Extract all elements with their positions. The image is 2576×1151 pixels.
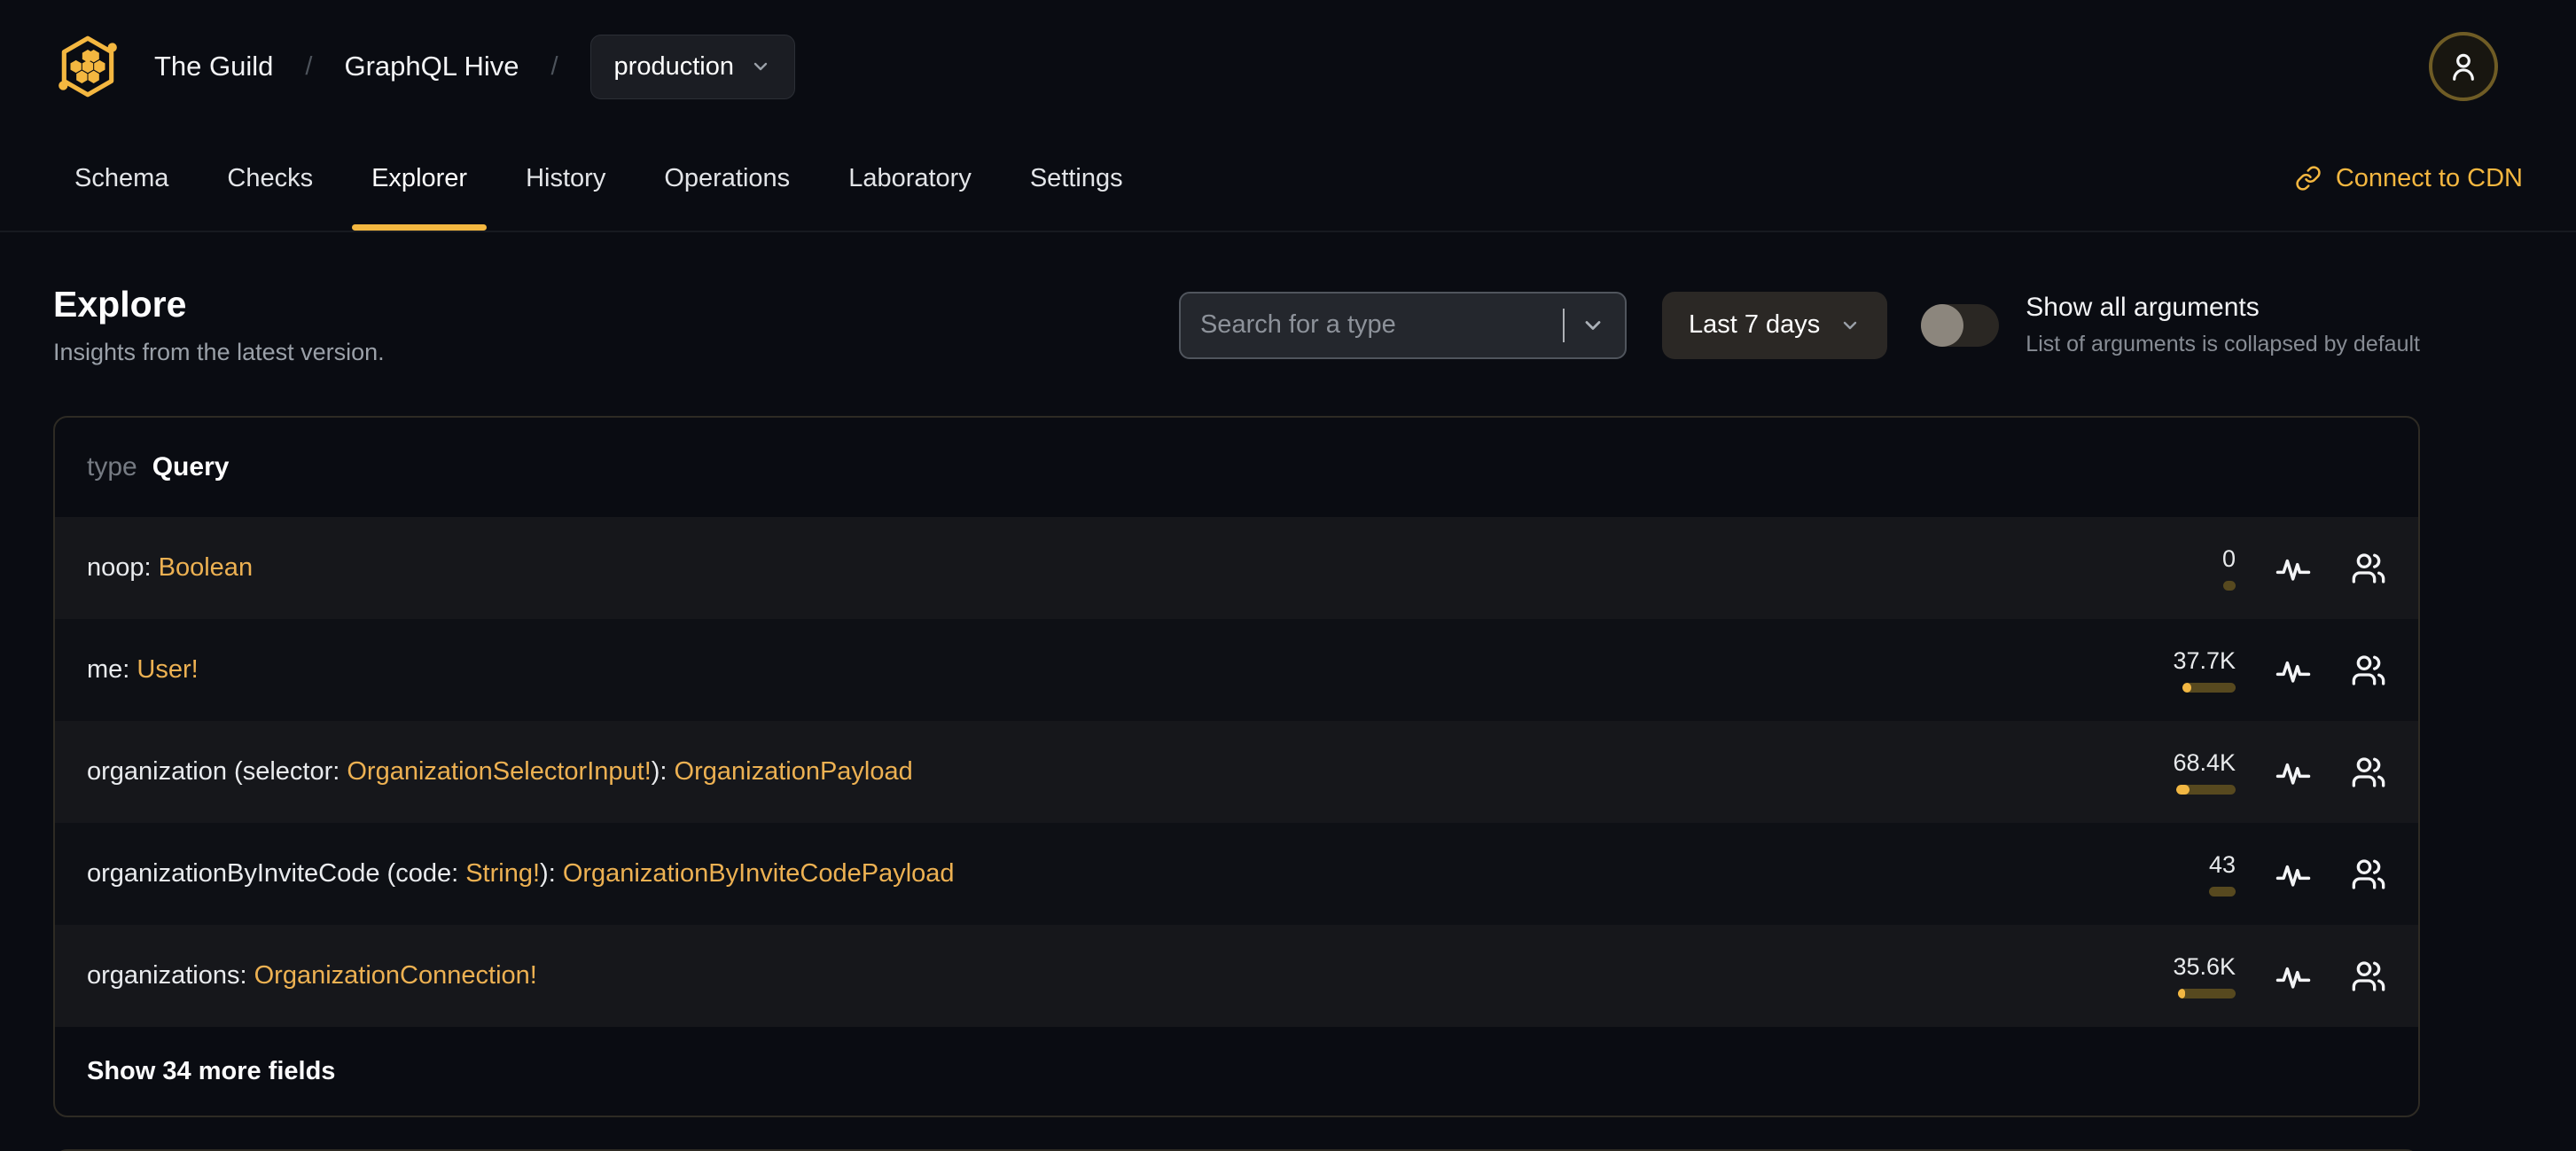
avatar-button[interactable] bbox=[2429, 32, 2498, 101]
period-select-label: Last 7 days bbox=[1688, 310, 1821, 339]
activity-icon[interactable] bbox=[2275, 856, 2312, 893]
connect-to-cdn-label: Connect to CDN bbox=[2335, 163, 2523, 192]
environment-select[interactable]: production bbox=[589, 34, 795, 99]
users-icon[interactable] bbox=[2351, 755, 2386, 790]
users-icon[interactable] bbox=[2351, 551, 2386, 586]
field-type: OrganizationConnection! bbox=[254, 961, 537, 990]
field-row: me: User! 37.7K bbox=[55, 619, 2418, 721]
chevron-down-icon[interactable] bbox=[1581, 313, 1605, 338]
usage-bar bbox=[2209, 887, 2236, 897]
toggle-labels: Show all arguments List of arguments is … bbox=[2026, 293, 2420, 357]
link-icon bbox=[2296, 166, 2321, 191]
field-type: OrganizationByInviteCodePayload bbox=[562, 859, 955, 888]
connect-to-cdn-link[interactable]: Connect to CDN bbox=[2295, 126, 2523, 231]
usage-bar bbox=[2178, 989, 2236, 998]
type-card: type Query noop: Boolean 0 me: User! 37.… bbox=[53, 416, 2420, 1117]
field-row: organizationByInviteCode (code: String!)… bbox=[55, 823, 2418, 925]
usage-count: 68.4K bbox=[2173, 749, 2236, 776]
usage-bar bbox=[2176, 785, 2236, 795]
tab-checks[interactable]: Checks bbox=[206, 126, 334, 231]
page-title: Explore bbox=[53, 284, 187, 325]
tab-explorer[interactable]: Explorer bbox=[350, 126, 488, 231]
type-kind-label: type bbox=[87, 452, 137, 482]
type-search-input[interactable] bbox=[1199, 310, 1547, 340]
usage-bar-fill bbox=[2178, 989, 2185, 998]
users-icon[interactable] bbox=[2351, 857, 2386, 892]
field-type: User! bbox=[137, 655, 199, 684]
field-row: organization (selector: OrganizationSele… bbox=[55, 721, 2418, 823]
tab-schema[interactable]: Schema bbox=[53, 126, 190, 231]
usage-count: 0 bbox=[2221, 545, 2236, 572]
breadcrumb-separator: / bbox=[305, 51, 313, 81]
usage-block: 35.6K bbox=[2173, 953, 2236, 998]
activity-icon[interactable] bbox=[2275, 958, 2312, 995]
hive-logo-icon[interactable] bbox=[53, 32, 122, 101]
activity-icon[interactable] bbox=[2275, 652, 2312, 689]
field-stats: 37.7K bbox=[2173, 647, 2386, 693]
field-stats: 43 bbox=[2209, 851, 2386, 897]
usage-block: 68.4K bbox=[2173, 749, 2236, 795]
field-row: organizations: OrganizationConnection! 3… bbox=[55, 925, 2418, 1027]
show-all-arguments-toggle[interactable] bbox=[1921, 303, 2000, 347]
field-type: String! bbox=[465, 859, 541, 888]
field-signature[interactable]: organizations: OrganizationConnection! bbox=[87, 961, 537, 990]
users-icon[interactable] bbox=[2351, 653, 2386, 688]
tab-bar: Schema Checks Explorer History Operation… bbox=[0, 126, 2576, 232]
title-block: Explore Insights from the latest version… bbox=[53, 284, 385, 366]
honeycomb-cells bbox=[70, 50, 105, 83]
field-signature[interactable]: noop: Boolean bbox=[87, 553, 253, 583]
activity-icon[interactable] bbox=[2275, 754, 2312, 791]
usage-bar bbox=[2223, 581, 2236, 591]
type-card-header: type Query bbox=[55, 418, 2418, 517]
tab-laboratory[interactable]: Laboratory bbox=[827, 126, 993, 231]
section-head: Explore Insights from the latest version… bbox=[53, 284, 2420, 366]
toggle-description: List of arguments is collapsed by defaul… bbox=[2026, 332, 2420, 356]
toggle-knob bbox=[1921, 303, 1964, 347]
type-search-combobox[interactable] bbox=[1178, 291, 1627, 359]
field-signature[interactable]: organization (selector: OrganizationSele… bbox=[87, 757, 913, 787]
tab-operations[interactable]: Operations bbox=[643, 126, 811, 231]
users-icon[interactable] bbox=[2351, 959, 2386, 994]
tab-settings[interactable]: Settings bbox=[1009, 126, 1144, 231]
field-type: OrganizationPayload bbox=[674, 757, 913, 786]
usage-block: 0 bbox=[2222, 545, 2236, 591]
usage-block: 43 bbox=[2209, 851, 2236, 897]
controls: Last 7 days Show all arguments List of a… bbox=[1178, 291, 2420, 359]
field-row: noop: Boolean 0 bbox=[55, 517, 2418, 619]
chevron-down-icon bbox=[753, 62, 768, 71]
breadcrumb-org[interactable]: The Guild bbox=[154, 51, 273, 82]
top-bar: The Guild / GraphQL Hive / production bbox=[0, 0, 2576, 126]
chevron-down-icon bbox=[1844, 321, 1857, 329]
main-content: Explore Insights from the latest version… bbox=[0, 284, 2473, 1151]
page-subtitle: Insights from the latest version. bbox=[53, 339, 385, 365]
usage-bar-fill bbox=[2176, 785, 2190, 795]
field-stats: 35.6K bbox=[2173, 953, 2386, 998]
usage-bar-fill bbox=[2182, 683, 2191, 693]
breadcrumb: The Guild / GraphQL Hive / production bbox=[154, 34, 795, 99]
field-stats: 68.4K bbox=[2173, 749, 2386, 795]
combobox-divider bbox=[1562, 308, 1565, 342]
period-select[interactable]: Last 7 days bbox=[1661, 291, 1888, 359]
usage-bar bbox=[2182, 683, 2236, 693]
activity-icon[interactable] bbox=[2275, 550, 2312, 587]
environment-select-label: production bbox=[613, 51, 734, 81]
field-signature[interactable]: organizationByInviteCode (code: String!)… bbox=[87, 859, 955, 889]
toggle-title: Show all arguments bbox=[2026, 293, 2260, 322]
field-signature[interactable]: me: User! bbox=[87, 655, 199, 685]
field-type: OrganizationSelectorInput! bbox=[347, 757, 652, 786]
tab-history[interactable]: History bbox=[504, 126, 627, 231]
type-name: Query bbox=[152, 452, 230, 482]
user-icon bbox=[2453, 53, 2474, 81]
show-more-fields-button[interactable]: Show 34 more fields bbox=[55, 1027, 2418, 1116]
usage-count: 35.6K bbox=[2173, 953, 2236, 980]
show-all-arguments-control: Show all arguments List of arguments is … bbox=[1921, 293, 2420, 357]
field-stats: 0 bbox=[2222, 545, 2386, 591]
field-type: Boolean bbox=[158, 553, 254, 582]
usage-count: 37.7K bbox=[2173, 647, 2236, 674]
breadcrumb-project[interactable]: GraphQL Hive bbox=[344, 51, 519, 82]
usage-count: 43 bbox=[2208, 851, 2236, 878]
tabs: Schema Checks Explorer History Operation… bbox=[53, 126, 1144, 231]
usage-block: 37.7K bbox=[2173, 647, 2236, 693]
breadcrumb-separator: / bbox=[550, 51, 558, 81]
